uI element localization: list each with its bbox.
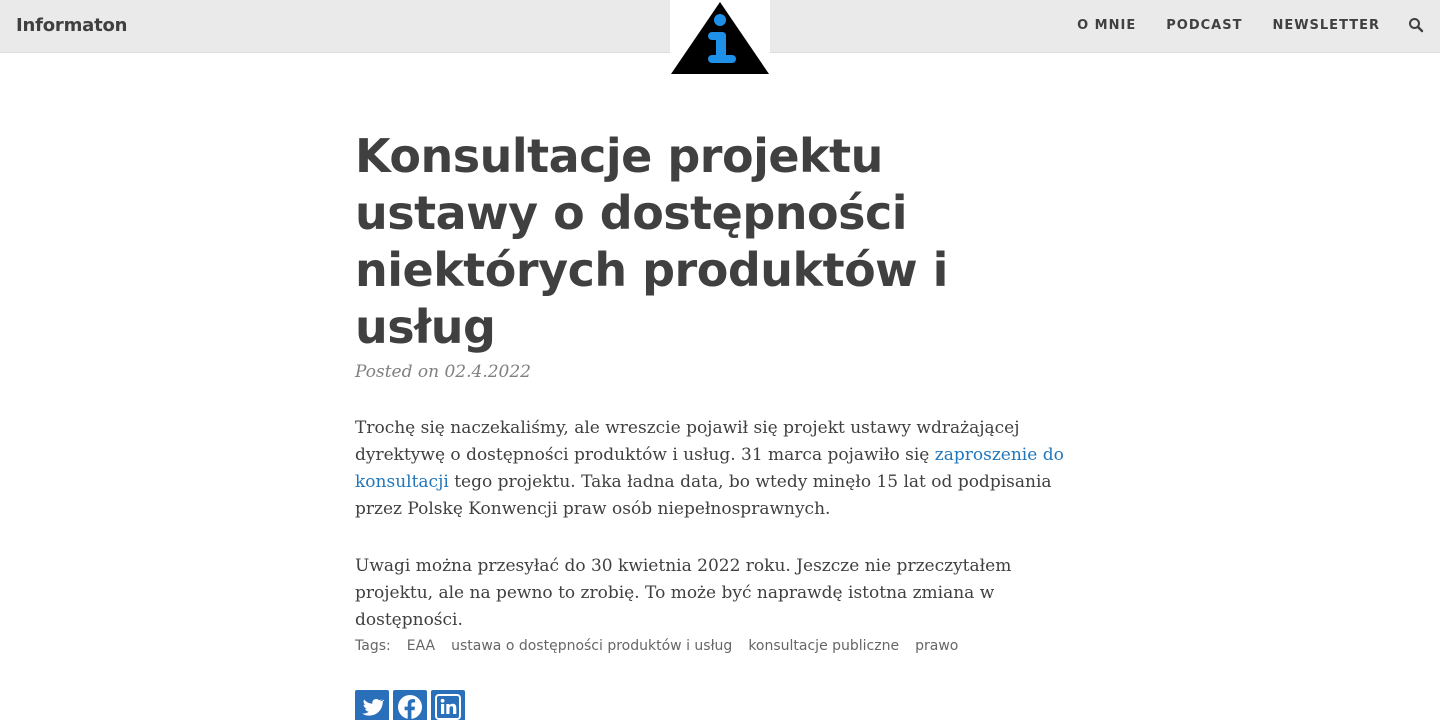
post-date: Posted on 02.4.2022 <box>355 362 531 382</box>
twitter-icon <box>361 698 384 716</box>
site-navbar: Informaton O MNIE PODCAST NEWSLETTER <box>0 0 1440 78</box>
post-paragraph: Uwagi można przesyłać do 30 kwietnia 202… <box>355 556 1012 630</box>
paragraph-text: Trochę się naczekaliśmy, ale wreszcie po… <box>355 418 1020 465</box>
facebook-icon <box>398 695 422 720</box>
share-buttons <box>355 690 465 720</box>
share-twitter-button[interactable] <box>355 690 389 720</box>
post-content: Konsultacje projektu ustawy o dostępnośc… <box>355 128 1085 720</box>
info-triangle-logo-icon <box>671 2 769 74</box>
post-tags: Tags: EAA ustawa o dostępności produktów… <box>355 638 958 654</box>
tags-label: Tags: <box>355 638 391 654</box>
tag-link[interactable]: konsultacje publiczne <box>748 638 899 654</box>
linkedin-icon <box>435 694 461 720</box>
nav-link-podcast[interactable]: PODCAST <box>1166 18 1242 33</box>
site-logo[interactable] <box>670 0 770 78</box>
tag-link[interactable]: ustawa o dostępności produktów i usług <box>451 638 732 654</box>
nav-link-o-mnie[interactable]: O MNIE <box>1077 18 1136 33</box>
paragraph-text: tego projektu. Taka ładna data, bo wtedy… <box>355 472 1052 519</box>
nav-link-newsletter[interactable]: NEWSLETTER <box>1272 18 1380 33</box>
search-icon <box>1409 18 1424 33</box>
share-facebook-button[interactable] <box>393 690 427 720</box>
post-title: Konsultacje projektu ustawy o dostępnośc… <box>355 129 948 354</box>
main-nav: O MNIE PODCAST NEWSLETTER <box>1077 18 1380 33</box>
post-paragraph: Trochę się naczekaliśmy, ale wreszcie po… <box>355 415 1080 523</box>
share-linkedin-button[interactable] <box>431 690 465 720</box>
search-button[interactable] <box>1408 17 1424 33</box>
tag-link[interactable]: prawo <box>915 638 958 654</box>
tag-link[interactable]: EAA <box>407 638 435 654</box>
site-brand-link[interactable]: Informaton <box>16 15 127 36</box>
